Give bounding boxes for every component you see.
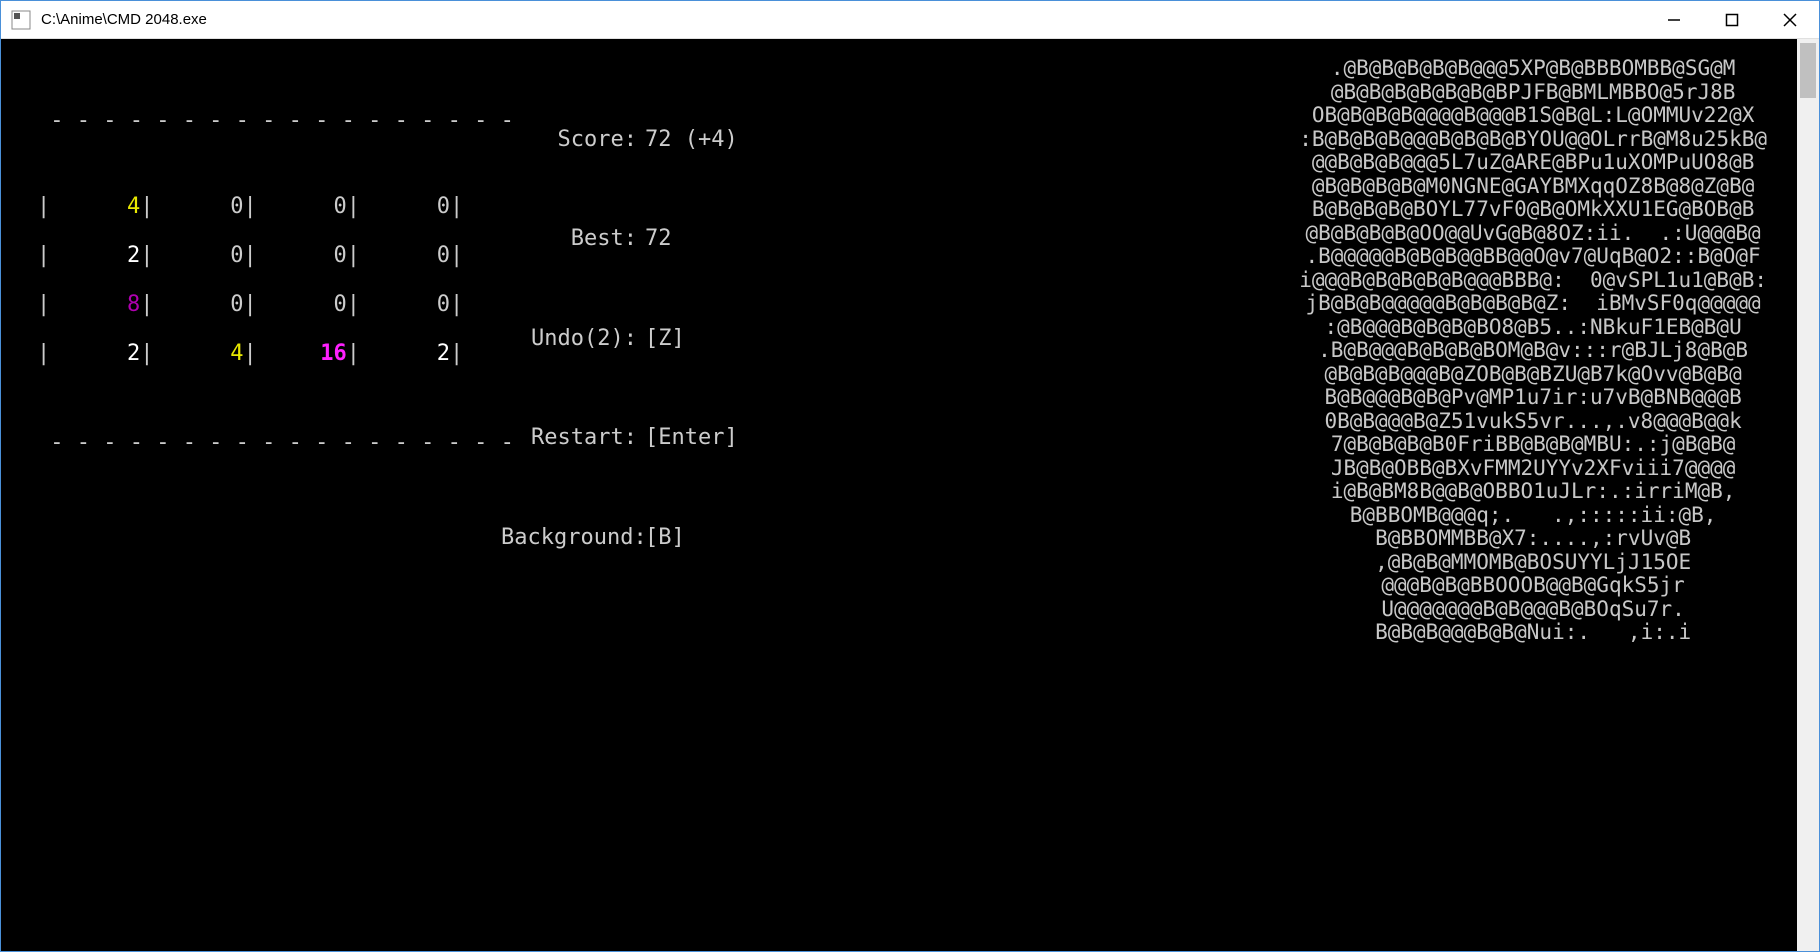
score-value: 72 (+4) [637,127,738,152]
board-cell: 0 [154,281,244,329]
scrollbar-track[interactable] [1797,39,1819,951]
game-board: - - - - - - - - - - - - - - - - - - |4|0… [37,57,527,506]
board-cell: 8 [50,281,140,329]
background-label: Background: [501,514,637,562]
restart-row: Restart:[Enter] [501,414,738,463]
game-stats: Score:72 (+4) Best:72 Undo(2):[Z] Restar… [501,65,738,614]
console-output[interactable]: - - - - - - - - - - - - - - - - - - |4|0… [1,39,1797,951]
ascii-art: .@B@B@B@B@B@@@5XP@B@BBBOMBB@SG@M @B@B@B@… [1299,57,1767,645]
board-cell: 0 [257,232,347,280]
restart-key: [Enter] [637,425,738,450]
minimize-button[interactable] [1645,1,1703,38]
score-row: Score:72 (+4) [501,116,738,165]
app-icon [11,10,31,30]
titlebar: C:\Anime\CMD 2048.exe [1,1,1819,39]
board-cell: 2 [50,232,140,280]
background-key: [B] [637,525,685,550]
close-button[interactable] [1761,1,1819,38]
maximize-button[interactable] [1703,1,1761,38]
board-row: |2|0|0|0| [37,232,527,281]
undo-key: [Z] [637,326,685,351]
restart-label: Restart: [501,414,637,462]
scrollbar-thumb[interactable] [1800,43,1816,98]
board-border-top: - - - - - - - - - - - - - - - - - - [37,108,527,133]
best-label: Best: [501,215,637,263]
window-title: C:\Anime\CMD 2048.exe [41,11,1645,28]
board-border-bottom: - - - - - - - - - - - - - - - - - - [37,430,527,455]
window-controls [1645,1,1819,38]
board-cell: 2 [50,330,140,378]
board-cell: 16 [257,330,347,378]
best-row: Best:72 [501,215,738,264]
board-cell: 0 [257,281,347,329]
console-window: C:\Anime\CMD 2048.exe - - - - - - - - - … [0,0,1820,952]
undo-label: Undo(2): [501,315,637,363]
board-cell: 4 [154,330,244,378]
best-value: 72 [637,226,672,251]
board-row: |8|0|0|0| [37,281,527,330]
undo-row: Undo(2):[Z] [501,315,738,364]
content-area: - - - - - - - - - - - - - - - - - - |4|0… [1,39,1819,951]
score-label: Score: [501,116,637,164]
board-cell: 0 [257,183,347,231]
board-cell: 0 [154,232,244,280]
board-cell: 2 [360,330,450,378]
board-cell: 0 [360,281,450,329]
board-cell: 0 [360,232,450,280]
background-row: Background:[B] [501,514,738,563]
board-cell: 0 [360,183,450,231]
board-cell: 0 [154,183,244,231]
board-row: |2|4|16|2| [37,330,527,379]
board-cell: 4 [50,183,140,231]
board-row: |4|0|0|0| [37,183,527,232]
